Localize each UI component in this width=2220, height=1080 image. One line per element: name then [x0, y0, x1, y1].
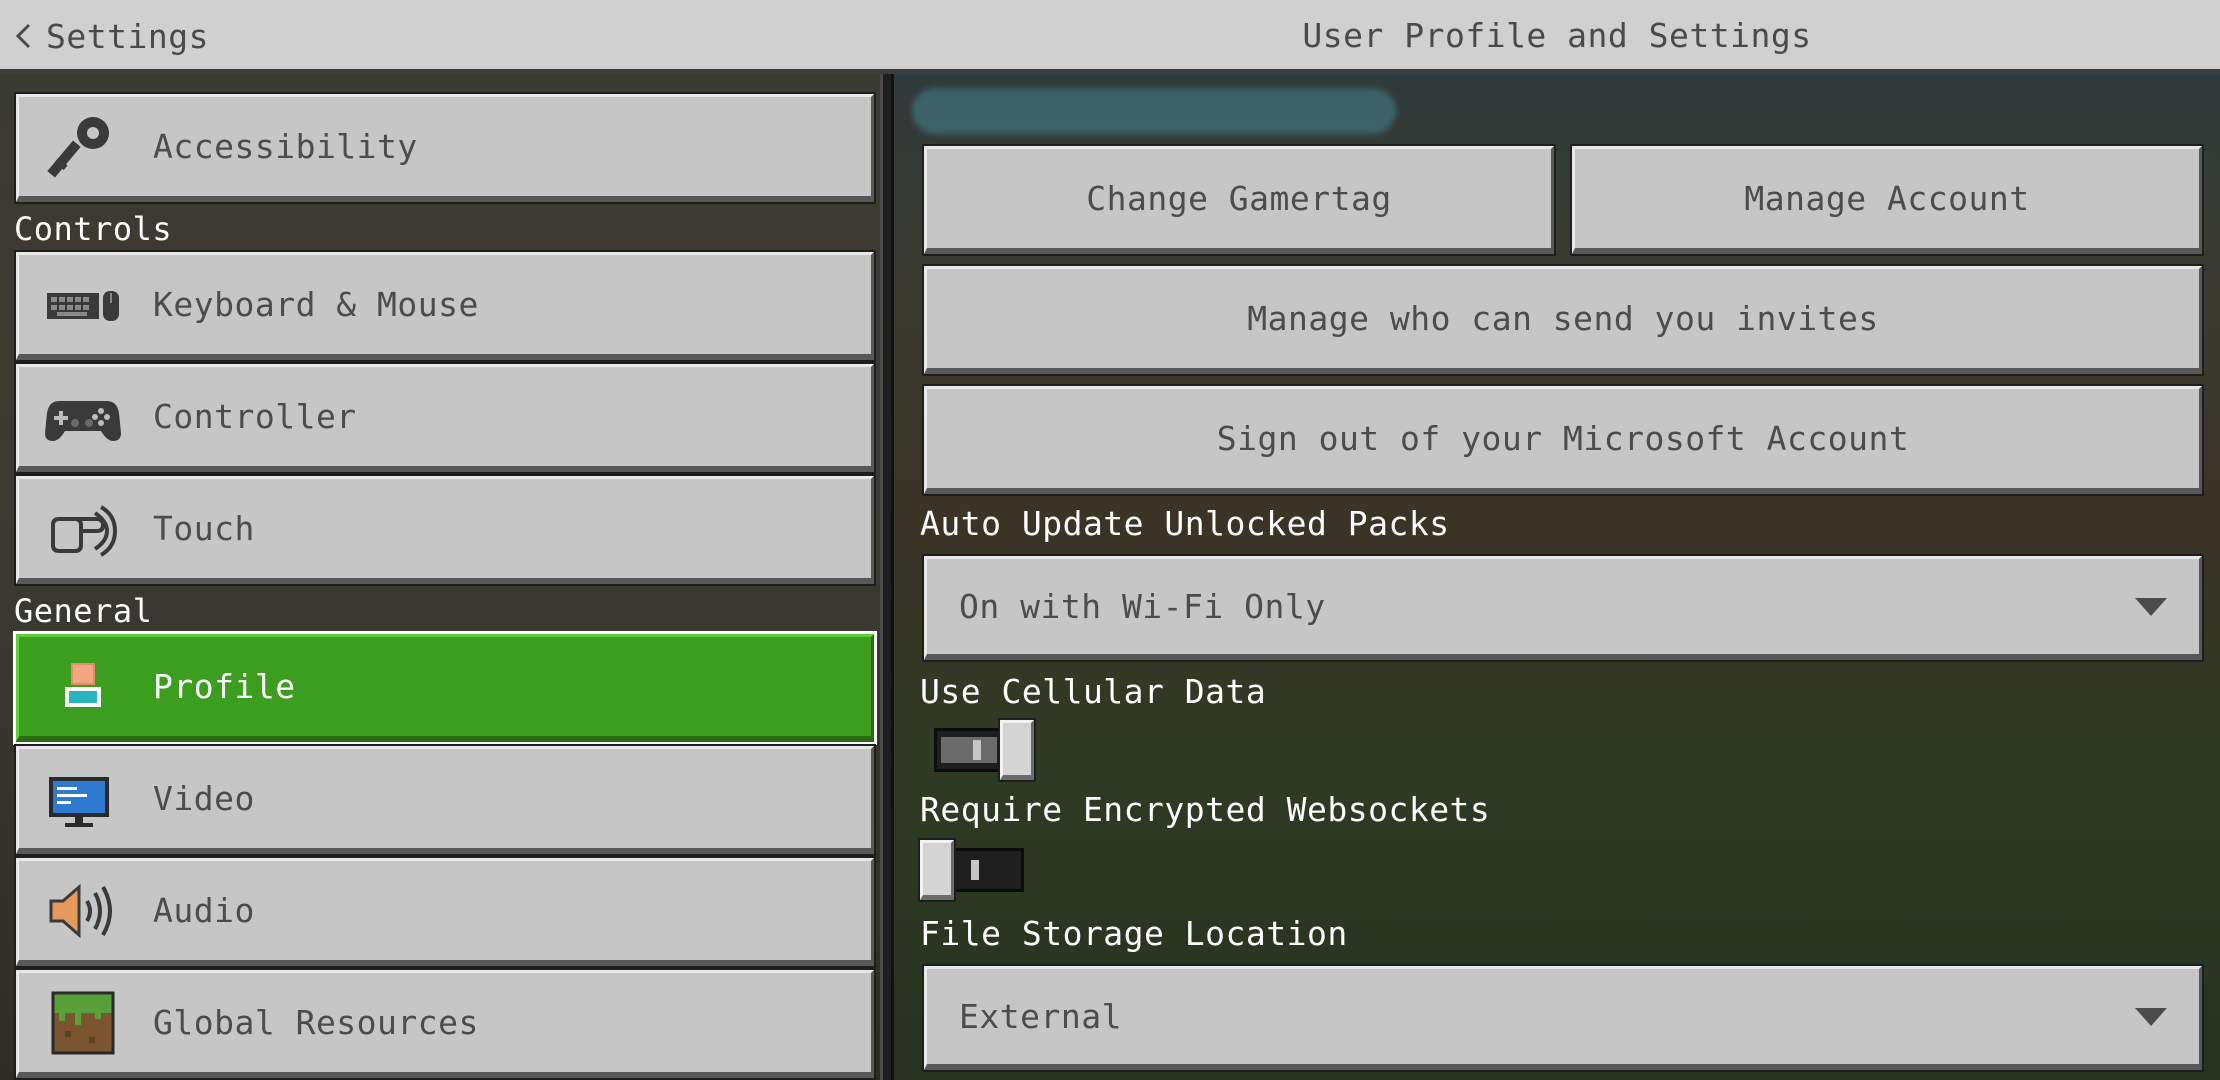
- toggle-off-mark: [971, 860, 979, 880]
- sidebar-item-label: Keyboard & Mouse: [153, 285, 479, 324]
- sidebar-item-label: Global Resources: [153, 1003, 479, 1042]
- monitor-icon: [45, 761, 121, 837]
- sidebar-item-label: Video: [153, 779, 255, 818]
- sidebar-item-touch[interactable]: Touch: [14, 474, 876, 586]
- toggle-knob: [918, 838, 956, 902]
- back-button[interactable]: Settings: [14, 8, 209, 64]
- chevron-left-icon: [15, 23, 31, 49]
- top-bar: Settings User Profile and Settings: [0, 0, 2220, 74]
- sidebar-item-label: Audio: [153, 891, 255, 930]
- cellular-data-label: Use Cellular Data: [920, 672, 1267, 711]
- touch-hand-icon: [45, 491, 121, 567]
- sidebar-item-label: Profile: [153, 667, 296, 706]
- file-storage-dropdown[interactable]: External: [922, 964, 2204, 1072]
- sign-out-button[interactable]: Sign out of your Microsoft Account: [922, 384, 2204, 496]
- section-label-controls: Controls: [14, 210, 173, 248]
- file-storage-value: External: [959, 997, 1122, 1036]
- sidebar-item-profile[interactable]: Profile: [13, 631, 877, 745]
- sidebar-item-controller[interactable]: Controller: [14, 362, 876, 474]
- toggle-knob: [998, 718, 1036, 782]
- manage-invites-button[interactable]: Manage who can send you invites: [922, 264, 2204, 376]
- auto-update-value: On with Wi-Fi Only: [959, 587, 1326, 626]
- auto-update-dropdown[interactable]: On with Wi-Fi Only: [922, 554, 2204, 662]
- sidebar-divider: [880, 74, 894, 1080]
- toggle-fill: [941, 737, 997, 763]
- speaker-icon: [45, 873, 121, 949]
- file-storage-label: File Storage Location: [920, 914, 1348, 953]
- caret-down-icon: [2135, 1007, 2167, 1026]
- sidebar-item-label: Touch: [153, 509, 255, 548]
- caret-down-icon: [2135, 597, 2167, 616]
- back-label: Settings: [46, 16, 209, 56]
- auto-update-label: Auto Update Unlocked Packs: [920, 504, 1450, 543]
- redacted-gamertag: [912, 88, 1396, 134]
- cellular-data-toggle[interactable]: [934, 718, 1036, 782]
- grass-block-icon: [45, 985, 121, 1061]
- change-gamertag-button[interactable]: Change Gamertag: [922, 144, 1556, 256]
- sidebar-item-label: Controller: [153, 397, 357, 436]
- sidebar-item-audio[interactable]: Audio: [14, 856, 876, 968]
- sidebar-item-global-resources[interactable]: Global Resources: [14, 968, 876, 1080]
- toggle-on-mark: [973, 740, 981, 760]
- encrypted-websockets-label: Require Encrypted Websockets: [920, 790, 1491, 829]
- gamepad-icon: [45, 379, 121, 455]
- sidebar-item-keyboard-mouse[interactable]: Keyboard & Mouse: [14, 250, 876, 362]
- encrypted-websockets-toggle[interactable]: [918, 838, 1024, 902]
- keyboard-mouse-icon: [45, 267, 121, 343]
- section-label-general: General: [14, 592, 153, 630]
- manage-account-button[interactable]: Manage Account: [1570, 144, 2204, 256]
- key-icon: [45, 109, 121, 185]
- sidebar-item-label: Accessibility: [153, 127, 418, 166]
- page-title: User Profile and Settings: [1302, 16, 1812, 55]
- sidebar-item-video[interactable]: Video: [14, 744, 876, 856]
- sidebar-item-accessibility[interactable]: Accessibility: [14, 92, 876, 204]
- profile-icon: [45, 649, 121, 725]
- profile-settings-panel: Change Gamertag Manage Account Manage wh…: [894, 74, 2220, 1080]
